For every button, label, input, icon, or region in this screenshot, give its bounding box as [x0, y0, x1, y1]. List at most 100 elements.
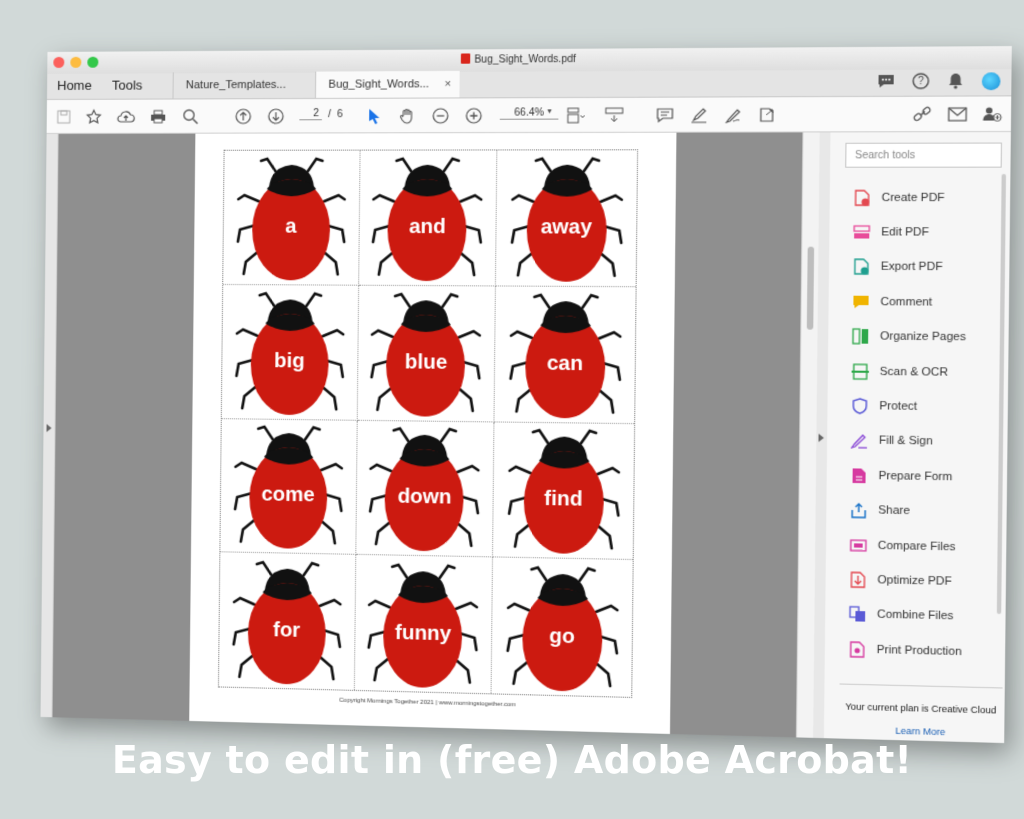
ladybug-image: away	[503, 152, 630, 284]
hand-tool-icon[interactable]	[398, 107, 417, 125]
sight-word-label: blue	[404, 350, 448, 374]
highlight-icon[interactable]	[689, 106, 708, 125]
word-card: blue	[357, 285, 497, 422]
send-review-icon[interactable]	[758, 106, 777, 125]
edit-pdf-icon	[853, 224, 870, 241]
print-icon[interactable]	[149, 108, 167, 126]
page-display-icon[interactable]	[567, 106, 586, 125]
home-tab[interactable]: Home	[47, 78, 102, 99]
next-page-icon[interactable]	[267, 107, 286, 125]
sight-word-label: and	[408, 215, 446, 239]
sight-word-label: big	[274, 349, 305, 373]
sight-word-label: come	[261, 483, 315, 507]
plan-info: Your current plan is Creative Cloud Lear…	[839, 683, 1003, 739]
tool-share[interactable]: Share	[841, 493, 1004, 530]
select-cursor-icon[interactable]	[365, 107, 384, 125]
tool-label: Create PDF	[881, 191, 945, 204]
bell-icon[interactable]	[946, 71, 966, 90]
word-card: for	[218, 552, 356, 690]
pdf-page: a and away big blue can come down find for funny go…	[189, 132, 677, 734]
plan-text: Your current plan is Creative Cloud	[845, 701, 997, 716]
scroll-mode-icon[interactable]	[605, 106, 624, 125]
print-production-icon	[848, 641, 865, 658]
tab-bug-sight-words[interactable]: Bug_Sight_Words... ×	[314, 70, 460, 98]
tool-export-pdf[interactable]: Export PDF	[844, 250, 1007, 286]
fill-sign-icon	[851, 432, 868, 449]
ladybug-image: go	[499, 560, 626, 694]
previous-page-icon[interactable]	[234, 107, 253, 125]
email-icon[interactable]	[948, 105, 968, 124]
ladybug-image: find	[500, 424, 627, 557]
word-card: find	[493, 421, 635, 561]
window-title: Bug_Sight_Words.pdf	[47, 50, 1011, 68]
sight-word-label: away	[540, 215, 593, 239]
tools-list: Create PDF Edit PDF Export PDF Comment Organ…	[840, 180, 1008, 670]
comment-tool-icon[interactable]	[655, 106, 674, 125]
learn-more-link[interactable]: Learn More	[839, 724, 1002, 739]
zoom-dropdown-icon[interactable]: ▼	[546, 108, 553, 115]
tool-label: Print Production	[876, 643, 962, 658]
page-navigator: 2 / 6	[299, 108, 343, 121]
tool-label: Combine Files	[876, 608, 954, 623]
scrollbar-thumb[interactable]	[806, 246, 815, 330]
chat-icon[interactable]	[876, 72, 896, 91]
sign-pen-icon[interactable]	[723, 106, 742, 125]
ladybug-image: come	[226, 421, 350, 552]
tool-comment[interactable]: Comment	[844, 284, 1007, 320]
tool-label: Share	[878, 504, 911, 518]
left-panel-toggle[interactable]	[40, 133, 59, 718]
upload-cloud-icon[interactable]	[116, 108, 135, 126]
tool-organize-pages[interactable]: Organize Pages	[843, 319, 1006, 355]
word-card: go	[492, 558, 633, 697]
save-icon[interactable]	[55, 108, 73, 126]
sight-word-label: can	[546, 351, 584, 375]
ladybug-image: and	[365, 152, 491, 283]
tool-compare-files[interactable]: Compare Files	[841, 527, 1004, 565]
tool-combine-files[interactable]: Combine Files	[840, 597, 1003, 635]
ladybug-image: funny	[361, 558, 487, 691]
search-tools-input[interactable]: Search tools	[845, 142, 1002, 168]
share-link-icon[interactable]	[913, 105, 933, 124]
close-tab-icon[interactable]: ×	[445, 78, 452, 90]
zoom-search-icon[interactable]	[181, 107, 199, 125]
help-icon[interactable]: ?	[911, 72, 931, 91]
word-card: come	[220, 418, 358, 556]
sight-word-label: go	[549, 624, 575, 648]
ladybug-image: a	[229, 153, 353, 283]
page-separator: /	[328, 108, 332, 120]
tool-create-pdf[interactable]: Create PDF	[845, 180, 1008, 215]
tool-edit-pdf[interactable]: Edit PDF	[844, 215, 1007, 250]
add-user-icon[interactable]	[982, 105, 1002, 124]
tool-label: Compare Files	[877, 539, 956, 554]
tool-label: Optimize PDF	[877, 573, 952, 588]
sight-word-label: funny	[394, 621, 452, 646]
tools-tab[interactable]: Tools	[102, 77, 173, 98]
document-workspace: a and away big blue can come down find for funny go…	[40, 132, 1011, 744]
tool-print-production[interactable]: Print Production	[840, 632, 1003, 671]
tool-scan-ocr[interactable]: Scan & OCR	[843, 354, 1006, 390]
tool-label: Edit PDF	[881, 226, 930, 239]
tool-fill-sign[interactable]: Fill & Sign	[842, 423, 1005, 460]
sight-word-label: a	[285, 215, 297, 238]
avatar[interactable]	[981, 71, 1001, 90]
tool-label: Organize Pages	[880, 330, 966, 344]
tool-label: Protect	[879, 400, 918, 414]
tab-label: Bug_Sight_Words...	[328, 78, 430, 91]
ladybug-image: can	[501, 288, 628, 420]
protect-icon	[851, 398, 868, 415]
zoom-out-icon[interactable]	[431, 107, 450, 125]
zoom-in-icon[interactable]	[464, 107, 483, 125]
star-icon[interactable]	[85, 108, 103, 126]
tool-prepare-form[interactable]: Prepare Form	[842, 458, 1005, 495]
tab-nature-templates[interactable]: Nature_Templates...	[172, 71, 316, 99]
tool-protect[interactable]: Protect	[842, 389, 1005, 426]
tool-label: Fill & Sign	[878, 434, 933, 449]
tab-bar: Home Tools Nature_Templates... Bug_Sight…	[46, 69, 1012, 100]
current-page-input[interactable]: 2	[299, 108, 323, 121]
organize-pages-icon	[852, 328, 869, 345]
word-card: funny	[354, 555, 494, 694]
expand-left-icon	[46, 424, 52, 433]
compare-files-icon	[850, 537, 867, 554]
prepare-form-icon	[850, 467, 867, 484]
tool-optimize-pdf[interactable]: Optimize PDF	[841, 562, 1004, 600]
